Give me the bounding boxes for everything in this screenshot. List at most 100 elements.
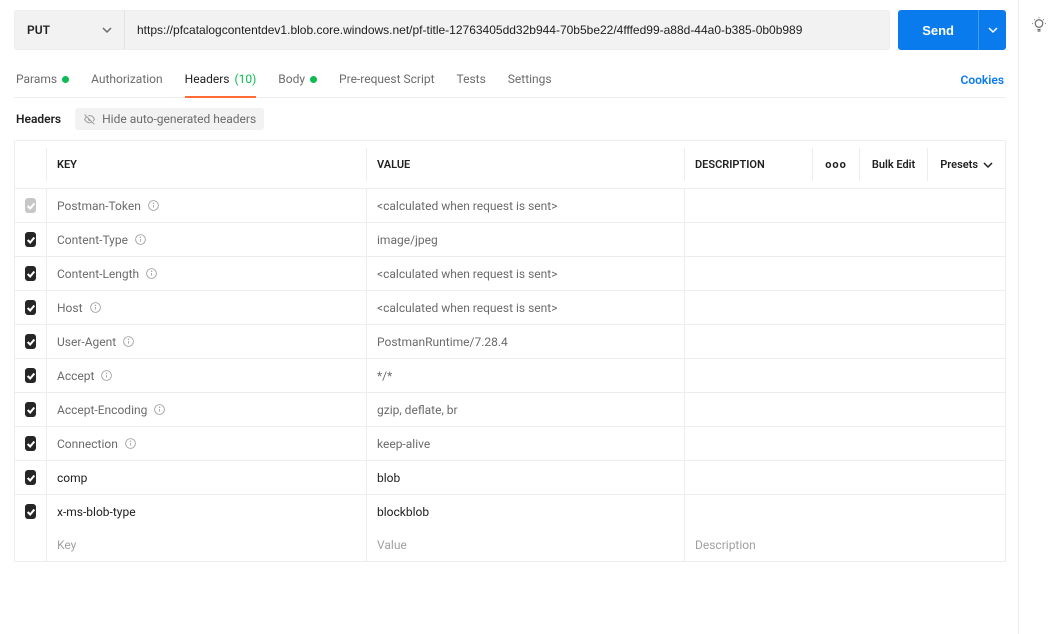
table-row[interactable]: Postman-Token<calculated when request is… <box>15 189 1005 223</box>
presets-label: Presets <box>940 158 978 171</box>
table-row[interactable]: Connection keep-alive <box>15 427 1005 461</box>
tab-count: (10) <box>235 72 257 86</box>
table-row[interactable]: Content-Length <calculated when request i… <box>15 257 1005 291</box>
row-checkbox[interactable] <box>25 402 36 417</box>
tab-tests[interactable]: Tests <box>457 64 486 98</box>
info-icon <box>100 369 113 382</box>
eye-off-icon <box>83 113 96 126</box>
tab-label: Tests <box>457 72 486 86</box>
header-key: Content-Type <box>57 233 128 247</box>
header-key: Accept <box>57 369 94 383</box>
table-row[interactable]: Host <calculated when request is sent> <box>15 291 1005 325</box>
tab-params[interactable]: Params <box>16 64 69 98</box>
url-input[interactable] <box>125 11 889 49</box>
tab-settings[interactable]: Settings <box>508 64 552 98</box>
col-value: VALUE <box>367 148 685 181</box>
row-checkbox[interactable] <box>25 504 36 519</box>
header-description <box>685 257 1005 290</box>
more-columns-button[interactable]: ooo <box>812 148 859 181</box>
hide-autogen-toggle[interactable]: Hide auto-generated headers <box>75 108 264 130</box>
header-key: Accept-Encoding <box>57 403 147 417</box>
headers-table: KEY VALUE DESCRIPTION ooo Bulk Edit Pres… <box>14 140 1006 562</box>
bulb-button[interactable] <box>1030 16 1048 37</box>
header-value: keep-alive <box>377 437 430 451</box>
header-value: <calculated when request is sent> <box>377 267 557 281</box>
info-icon <box>89 301 102 314</box>
table-row[interactable]: Accept*/* <box>15 359 1005 393</box>
header-description <box>685 461 1005 494</box>
new-header-row[interactable]: Key Value Description <box>15 528 1005 561</box>
bulk-edit-label: Bulk Edit <box>872 158 915 171</box>
header-key: comp <box>57 471 87 485</box>
header-description <box>685 359 1005 392</box>
table-row[interactable]: x-ms-blob-type blockblob <box>15 495 1005 528</box>
row-checkbox[interactable] <box>25 232 36 247</box>
header-value: blockblob <box>377 505 429 519</box>
header-value: <calculated when request is sent> <box>377 301 557 315</box>
col-key: KEY <box>47 148 367 181</box>
tab-authorization[interactable]: Authorization <box>91 64 163 98</box>
tab-body[interactable]: Body <box>278 64 317 98</box>
info-icon <box>147 199 160 212</box>
method-label: PUT <box>27 23 50 37</box>
header-description <box>685 325 1005 358</box>
info-icon <box>134 233 147 246</box>
tab-label: Authorization <box>91 72 163 86</box>
header-key: Connection <box>57 437 118 451</box>
row-checkbox[interactable] <box>25 266 36 281</box>
method-url-group: PUT <box>14 10 890 50</box>
col-description: DESCRIPTION ooo Bulk Edit Presets <box>685 141 1005 188</box>
header-value: gzip, deflate, br <box>377 403 458 417</box>
table-row[interactable]: Content-Type image/jpeg <box>15 223 1005 257</box>
header-value: <calculated when request is sent> <box>377 199 557 213</box>
value-placeholder: Value <box>377 538 407 552</box>
header-key: User-Agent <box>57 335 116 349</box>
header-key: Host <box>57 301 83 315</box>
description-placeholder: Description <box>695 538 756 552</box>
info-icon <box>124 437 137 450</box>
header-description <box>685 495 1005 528</box>
hide-autogen-label: Hide auto-generated headers <box>102 112 256 126</box>
row-checkbox[interactable] <box>25 198 36 213</box>
row-checkbox[interactable] <box>25 300 36 315</box>
header-key: x-ms-blob-type <box>57 505 136 519</box>
header-key: Content-Length <box>57 267 139 281</box>
send-button[interactable]: Send <box>898 10 978 50</box>
table-row[interactable]: Accept-Encoding gzip, deflate, br <box>15 393 1005 427</box>
row-checkbox[interactable] <box>25 470 36 485</box>
send-group: Send <box>898 10 1006 50</box>
request-tabs: Params Authorization Headers (10) Body P… <box>14 64 1006 98</box>
key-placeholder: Key <box>57 538 76 552</box>
header-value: image/jpeg <box>377 233 438 247</box>
right-rail <box>1018 0 1058 634</box>
chevron-down-icon <box>988 25 998 35</box>
presets-dropdown[interactable]: Presets <box>927 148 1005 181</box>
table-header-row: KEY VALUE DESCRIPTION ooo Bulk Edit Pres… <box>15 141 1005 189</box>
header-description <box>685 393 1005 426</box>
row-checkbox[interactable] <box>25 368 36 383</box>
chevron-down-icon <box>102 25 112 35</box>
tab-label: Headers <box>185 72 230 86</box>
tab-label: Settings <box>508 72 552 86</box>
info-icon <box>145 267 158 280</box>
send-options-button[interactable] <box>978 10 1006 50</box>
row-checkbox[interactable] <box>25 334 36 349</box>
table-row[interactable]: User-Agent PostmanRuntime/7.28.4 <box>15 325 1005 359</box>
col-description-label: DESCRIPTION <box>695 158 765 171</box>
info-icon <box>153 403 166 416</box>
cookies-link[interactable]: Cookies <box>958 65 1006 97</box>
method-dropdown[interactable]: PUT <box>15 11 125 49</box>
modified-dot-icon <box>62 76 69 83</box>
bulk-edit-button[interactable]: Bulk Edit <box>859 148 927 181</box>
tab-label: Pre-request Script <box>339 72 434 86</box>
tab-prerequest[interactable]: Pre-request Script <box>339 64 434 98</box>
header-value: PostmanRuntime/7.28.4 <box>377 335 508 349</box>
table-row[interactable]: compblob <box>15 461 1005 495</box>
chevron-down-icon <box>983 160 993 170</box>
col-checkbox <box>15 148 47 181</box>
row-checkbox[interactable] <box>25 436 36 451</box>
header-description <box>685 427 1005 460</box>
tab-headers[interactable]: Headers (10) <box>185 64 257 98</box>
modified-dot-icon <box>310 76 317 83</box>
header-description <box>685 223 1005 256</box>
